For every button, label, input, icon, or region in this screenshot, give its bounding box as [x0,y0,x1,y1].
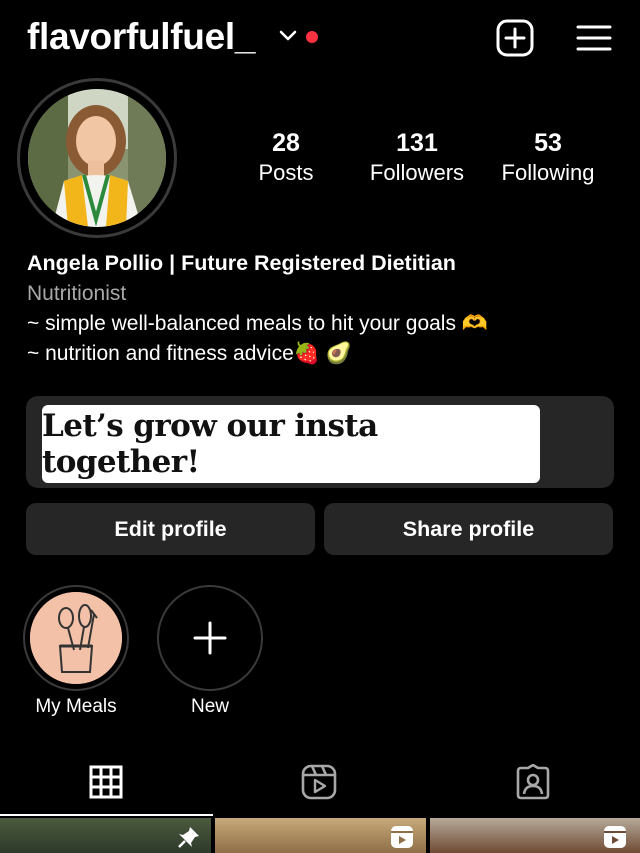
edit-profile-button[interactable]: Edit profile [26,503,315,555]
highlight-label-my-meals: My Meals [35,696,117,717]
banner-card: Let’s grow our insta together! [42,405,540,483]
post-thumbnail[interactable] [430,818,640,853]
posts-count: 28 [272,129,300,157]
reels-icon [391,826,413,848]
profile-category: Nutritionist [27,282,127,305]
reels-icon[interactable] [301,764,337,800]
banner-text: Let’s grow our insta together! [42,408,378,480]
chevron-down-icon[interactable] [278,28,298,44]
bio-line-1: ~ simple well-balanced meals to hit your… [27,312,488,335]
pin-icon [178,827,199,848]
stat-followers[interactable]: 131 Followers [347,128,487,188]
kitchen-utensils-icon [30,592,122,684]
tagged-person-icon[interactable] [515,764,551,800]
plus-square-icon[interactable] [496,19,534,57]
active-tab-indicator [0,814,213,816]
following-label: Following [501,160,595,185]
post-thumbnail[interactable] [215,818,426,853]
post-thumbnail[interactable] [0,818,211,853]
notification-dot [306,31,318,43]
hamburger-menu-icon[interactable] [576,23,612,53]
profile-header: flavorfulfuel_ [0,0,640,80]
plus-icon [193,621,227,655]
posts-label: Posts [258,160,314,185]
username[interactable]: flavorfulfuel_ [27,16,255,58]
followers-label: Followers [369,160,465,185]
reels-icon [604,826,626,848]
stat-posts[interactable]: 28 Posts [216,128,356,188]
followers-count: 131 [396,129,438,157]
grid-icon[interactable] [88,764,124,800]
highlight-label-new: New [190,696,229,717]
following-count: 53 [534,129,562,157]
profile-name: Angela Pollio | Future Registered Dietit… [27,251,456,275]
share-profile-button[interactable]: Share profile [324,503,613,555]
bio-line-2: ~ nutrition and fitness advice🍓 🥑 [27,342,352,365]
profile-photo [28,89,166,227]
avatar[interactable] [28,89,166,227]
stat-following[interactable]: 53 Following [478,128,618,188]
